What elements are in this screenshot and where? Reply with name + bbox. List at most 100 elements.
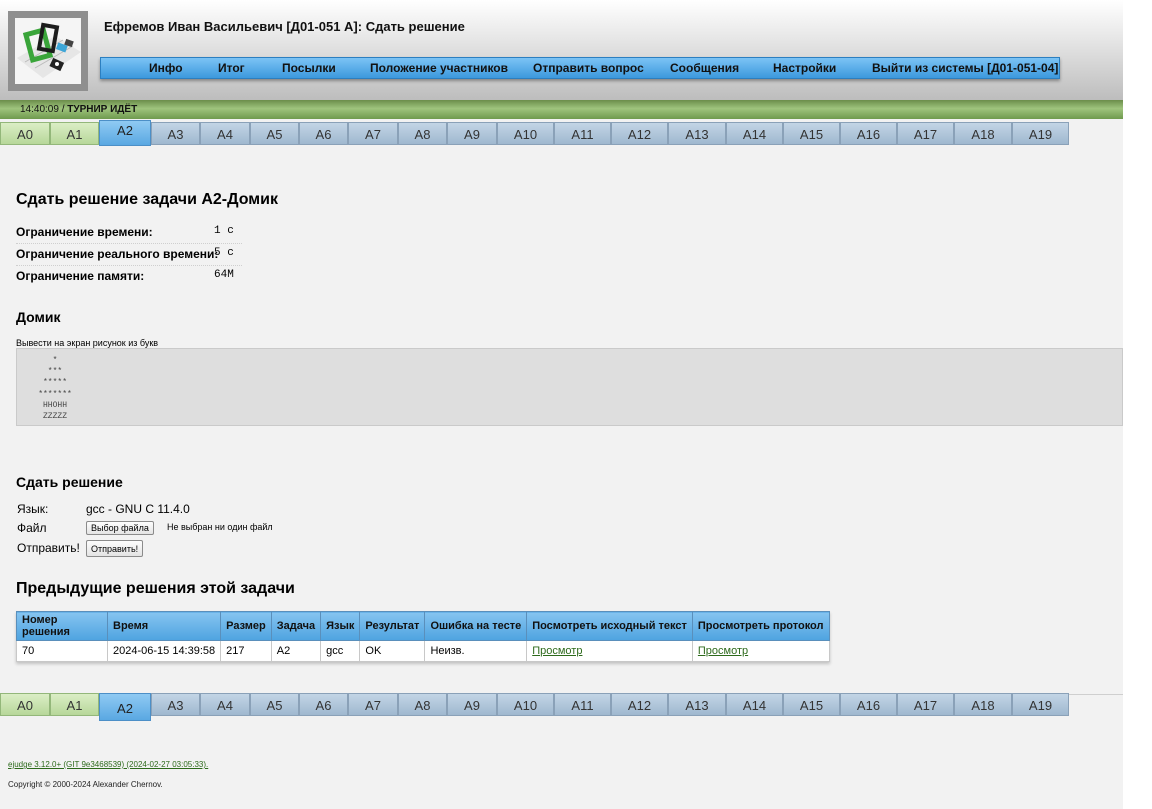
table-cell: OK [359,640,426,662]
tab-a16[interactable]: A16 [840,693,897,716]
example-line: ******* [38,389,72,399]
menu-send-question[interactable]: Отправить вопрос [533,61,644,75]
tab-a5[interactable]: A5 [250,693,299,716]
example-line: *** [47,367,63,377]
tab-a17[interactable]: A17 [897,693,954,716]
view-source-link[interactable]: Просмотр [532,645,582,657]
menu-summary[interactable]: Итог [218,61,245,75]
top-menu: Инфо Итог Посылки Положение участников О… [100,57,1060,79]
menu-standings[interactable]: Положение участников [370,61,508,75]
table-cell: 70 [16,640,108,662]
choose-file-button[interactable]: Выбор файла [86,521,154,535]
tab-a14[interactable]: A14 [726,693,783,716]
ejudge-version-link[interactable]: ejudge 3.12.0+ (GIT 9e3468539) (2024-02-… [8,760,208,769]
table-cell: 2024-06-15 14:39:58 [106,640,222,662]
status-state: ТУРНИР ИДЁТ [67,104,138,115]
tab-a10[interactable]: A10 [497,122,554,145]
column-header: Просмотреть протокол [691,611,830,641]
example-line: ZZZZZ [42,412,67,422]
tab-a0[interactable]: A0 [0,693,50,716]
language-label: Язык: [17,502,49,516]
limit-row: Ограничение памяти: 64M [16,266,242,287]
tab-a4[interactable]: A4 [200,122,250,145]
limit-row: Ограничение времени: 1 с [16,222,242,244]
header: Ефремов Иван Васильевич [Д01-051 А]: Сда… [0,0,1123,100]
example-line: * [52,356,58,365]
submit-heading: Сдать решение [16,474,123,490]
page: Ефремов Иван Васильевич [Д01-051 А]: Сда… [0,0,1123,809]
send-label: Отправить! [17,541,80,555]
tab-a13[interactable]: A13 [668,693,726,716]
tab-a12[interactable]: A12 [611,122,668,145]
table-row: 70 2024-06-15 14:39:58 217 A2 gcc OK Неи… [16,640,830,662]
tab-a16[interactable]: A16 [840,122,897,145]
tab-a17[interactable]: A17 [897,122,954,145]
tab-a9[interactable]: A9 [447,693,497,716]
menu-logout[interactable]: Выйти из системы [Д01-051-04] [872,61,1058,75]
limit-value: 1 с [214,225,234,237]
limit-value: 5 с [214,247,234,259]
column-header: Размер [220,611,272,641]
tab-a6[interactable]: A6 [299,693,348,716]
tab-a2[interactable]: A2 [99,693,151,721]
tab-a7[interactable]: A7 [348,693,398,716]
problem-name: Домик [16,309,61,325]
ejudge-logo-icon [8,11,88,91]
tab-a18[interactable]: A18 [954,693,1012,716]
tab-a12[interactable]: A12 [611,693,668,716]
tab-a15[interactable]: A15 [783,693,840,716]
table-cell: Просмотр [526,640,693,662]
tab-a2[interactable]: A2 [99,120,151,146]
tab-a13[interactable]: A13 [668,122,726,145]
limit-value: 64M [214,269,234,281]
tab-a6[interactable]: A6 [299,122,348,145]
tab-a8[interactable]: A8 [398,693,447,716]
menu-messages[interactable]: Сообщения [670,61,739,75]
tab-a19[interactable]: A19 [1012,122,1069,145]
table-cell: A2 [270,640,322,662]
problem-tabs-bottom: A0 A1 A2 A3 A4 A5 A6 A7 A8 A9 A10 A11 A12 A13 A14 A15 A1… [0,693,1069,721]
tab-a19[interactable]: A19 [1012,693,1069,716]
example-line: HHOHH [42,400,67,410]
column-header: Посмотреть исходный текст [526,611,693,641]
tab-a5[interactable]: A5 [250,122,299,145]
tab-a3[interactable]: A3 [151,693,200,716]
tab-a14[interactable]: A14 [726,122,783,145]
runs-table: Номер решения Время Размер Задача Язык Р… [16,611,830,662]
file-status: Не выбран ни один файл [167,522,273,532]
menu-runs[interactable]: Посылки [282,61,336,75]
column-header: Ошибка на тесте [424,611,528,641]
menu-info[interactable]: Инфо [149,61,183,75]
problem-tabs-top: A0 A1 A2 A3 A4 A5 A6 A7 A8 A9 A10 A11 A12 A13 A14 A15 A1… [0,120,1069,147]
tab-a0[interactable]: A0 [0,122,50,145]
table-cell: 217 [220,640,272,662]
tab-a4[interactable]: A4 [200,693,250,716]
tab-a10[interactable]: A10 [497,693,554,716]
column-header: Время [106,611,222,641]
tab-a7[interactable]: A7 [348,122,398,145]
column-header: Язык [320,611,361,641]
tab-a11[interactable]: A11 [554,122,611,145]
page-title: Ефремов Иван Васильевич [Д01-051 А]: Сда… [104,19,465,34]
example-block: * *** ***** ******* HHOHH ZZZZZ [16,348,1123,426]
runs-heading: Предыдущие решения этой задачи [16,580,295,597]
menu-settings[interactable]: Настройки [773,61,836,75]
problem-heading: Сдать решение задачи A2-Домик [16,191,278,208]
tab-a11[interactable]: A11 [554,693,611,716]
tab-a9[interactable]: A9 [447,122,497,145]
tab-a15[interactable]: A15 [783,122,840,145]
tab-a1[interactable]: A1 [50,693,99,716]
tab-a18[interactable]: A18 [954,122,1012,145]
column-header: Номер решения [16,611,108,641]
table-cell: Просмотр [691,640,830,662]
tab-a1[interactable]: A1 [50,122,99,145]
send-button[interactable]: Отправить! [86,540,144,557]
view-report-link[interactable]: Просмотр [698,645,748,657]
limit-label: Ограничение памяти: [16,269,145,283]
table-cell: Неизв. [424,640,528,662]
tab-a3[interactable]: A3 [151,122,200,145]
column-header: Результат [359,611,426,641]
limit-label: Ограничение реального времени: [16,247,219,261]
copyright: Copyright © 2000-2024 Alexander Chernov. [8,780,163,789]
tab-a8[interactable]: A8 [398,122,447,145]
